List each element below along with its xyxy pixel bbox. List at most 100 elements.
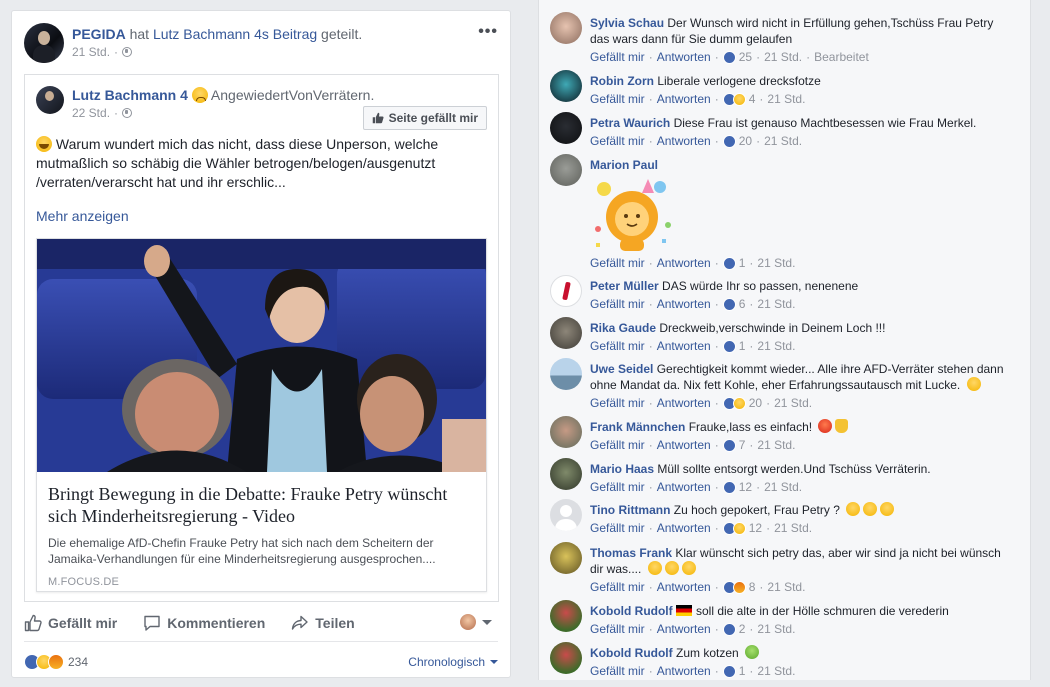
comment-reaction-count[interactable]: 4 <box>749 91 756 107</box>
post-as-selector[interactable] <box>460 614 492 630</box>
commenter-name[interactable]: Marion Paul <box>590 158 658 172</box>
comment-time[interactable]: 21 Std. <box>757 255 795 271</box>
comment-reply-link[interactable]: Antworten <box>657 338 711 354</box>
comment-reaction-count[interactable]: 12 <box>739 479 752 495</box>
comment-like-link[interactable]: Gefällt mir <box>590 520 645 536</box>
commenter-name[interactable]: Kobold Rudolf <box>590 646 673 660</box>
like-button[interactable]: Gefällt mir <box>24 614 117 632</box>
comment-reaction-count[interactable]: 1 <box>739 338 746 354</box>
author-name-link[interactable]: Lutz Bachmann 4 <box>72 87 188 103</box>
comment-time[interactable]: 21 Std. <box>767 91 805 107</box>
commenter-avatar[interactable] <box>550 70 582 102</box>
share-button[interactable]: Teilen <box>291 614 355 632</box>
comment-time[interactable]: 21 Std. <box>757 437 795 453</box>
comment-time[interactable]: 21 Std. <box>774 520 812 536</box>
comment-reaction-count[interactable]: 20 <box>739 133 752 149</box>
comment-time[interactable]: 21 Std. <box>757 663 795 679</box>
commenter-avatar[interactable] <box>550 600 582 632</box>
commenter-name[interactable]: Mario Haas <box>590 462 654 476</box>
comment-reply-link[interactable]: Antworten <box>657 663 711 679</box>
comment-like-link[interactable]: Gefällt mir <box>590 296 645 312</box>
comment-reaction-count[interactable]: 7 <box>739 437 746 453</box>
comment-like-link[interactable]: Gefällt mir <box>590 91 645 107</box>
comment-time[interactable]: 21 Std. <box>774 395 812 411</box>
commenter-avatar[interactable] <box>550 499 582 531</box>
lion-party-sticker[interactable] <box>590 177 674 253</box>
commenter-name[interactable]: Uwe Seidel <box>590 362 653 376</box>
commenter-avatar[interactable] <box>550 112 582 144</box>
angry-reaction-icon[interactable] <box>48 654 64 670</box>
comment-reaction-count[interactable]: 6 <box>739 296 746 312</box>
comment-reply-link[interactable]: Antworten <box>657 49 711 65</box>
comment-reaction-count[interactable]: 2 <box>739 621 746 637</box>
comment-like-link[interactable]: Gefällt mir <box>590 133 645 149</box>
reactions-count[interactable]: 234 <box>68 655 88 669</box>
comment-time[interactable]: 21 Std. <box>764 133 802 149</box>
shared-author-name[interactable]: Lutz Bachmann 4 <box>153 26 262 42</box>
shared-post-link[interactable]: Beitrag <box>273 26 317 42</box>
comment-time[interactable]: 21 Std. <box>767 579 805 595</box>
comment-sort-dropdown[interactable]: Chronologisch <box>408 655 498 669</box>
comment-reply-link[interactable]: Antworten <box>657 133 711 149</box>
commenter-avatar[interactable] <box>550 542 582 574</box>
link-preview-image[interactable] <box>37 239 486 472</box>
commenter-name[interactable]: Petra Waurich <box>590 116 670 130</box>
comment-like-link[interactable]: Gefällt mir <box>590 579 645 595</box>
page-name-link[interactable]: PEGIDA <box>72 26 126 42</box>
author-avatar[interactable] <box>36 86 64 114</box>
comment-reply-link[interactable]: Antworten <box>657 296 711 312</box>
see-more-link[interactable]: Mehr anzeigen <box>36 208 129 224</box>
comment-reply-link[interactable]: Antworten <box>657 479 711 495</box>
shared-author-link[interactable]: Lutz Bachmann 4s <box>153 26 269 42</box>
commenter-avatar[interactable] <box>550 12 582 44</box>
edited-label[interactable]: Bearbeitet <box>814 49 869 65</box>
comment-reply-link[interactable]: Antworten <box>657 437 711 453</box>
post-options-button[interactable]: ••• <box>478 23 498 41</box>
comment-time[interactable]: 21 Std. <box>757 338 795 354</box>
commenter-name[interactable]: Robin Zorn <box>590 74 654 88</box>
commenter-avatar[interactable] <box>550 458 582 490</box>
comment-button[interactable]: Kommentieren <box>143 614 265 632</box>
commenter-name[interactable]: Frank Männchen <box>590 420 685 434</box>
comment-like-link[interactable]: Gefällt mir <box>590 338 645 354</box>
comment-like-link[interactable]: Gefällt mir <box>590 255 645 271</box>
comment-like-link[interactable]: Gefällt mir <box>590 437 645 453</box>
comment-time[interactable]: 21 Std. <box>764 479 802 495</box>
comment-reply-link[interactable]: Antworten <box>657 395 711 411</box>
comment-reply-link[interactable]: Antworten <box>657 621 711 637</box>
comment-time[interactable]: 21 Std. <box>764 49 802 65</box>
comment-reaction-count[interactable]: 20 <box>749 395 762 411</box>
commenter-avatar[interactable] <box>550 317 582 349</box>
link-preview-card[interactable]: Bringt Bewegung in die Debatte: Frauke P… <box>36 238 487 592</box>
commenter-name[interactable]: Rika Gaude <box>590 321 656 335</box>
comment-like-link[interactable]: Gefällt mir <box>590 395 645 411</box>
commenter-avatar[interactable] <box>550 642 582 674</box>
comment-like-link[interactable]: Gefällt mir <box>590 663 645 679</box>
post-time[interactable]: 21 Std. <box>72 43 110 61</box>
commenter-name[interactable]: Thomas Frank <box>590 546 672 560</box>
commenter-name[interactable]: Tino Rittmann <box>590 503 670 517</box>
commenter-avatar[interactable] <box>550 154 582 186</box>
comment-reaction-count[interactable]: 1 <box>739 663 746 679</box>
comment-reply-link[interactable]: Antworten <box>657 520 711 536</box>
comment-like-link[interactable]: Gefällt mir <box>590 49 645 65</box>
comment-reaction-count[interactable]: 25 <box>739 49 752 65</box>
comment-reaction-count[interactable]: 12 <box>749 520 762 536</box>
comment-reaction-count[interactable]: 8 <box>749 579 756 595</box>
commenter-avatar[interactable] <box>550 275 582 307</box>
comment-reaction-count[interactable]: 1 <box>739 255 746 271</box>
commenter-name[interactable]: Kobold Rudolf <box>590 604 673 618</box>
comment-reply-link[interactable]: Antworten <box>657 255 711 271</box>
commenter-name[interactable]: Peter Müller <box>590 279 659 293</box>
comment-like-link[interactable]: Gefällt mir <box>590 479 645 495</box>
comment-time[interactable]: 21 Std. <box>757 296 795 312</box>
page-like-button[interactable]: Seite gefällt mir <box>362 106 487 130</box>
comment-reply-link[interactable]: Antworten <box>657 579 711 595</box>
commenter-name[interactable]: Sylvia Schau <box>590 16 664 30</box>
comment-time[interactable]: 21 Std. <box>757 621 795 637</box>
page-avatar[interactable] <box>24 23 64 63</box>
link-title[interactable]: Bringt Bewegung in die Debatte: Frauke P… <box>48 483 475 527</box>
shared-time[interactable]: 22 Std. <box>72 104 110 122</box>
comment-reply-link[interactable]: Antworten <box>657 91 711 107</box>
commenter-avatar[interactable] <box>550 416 582 448</box>
